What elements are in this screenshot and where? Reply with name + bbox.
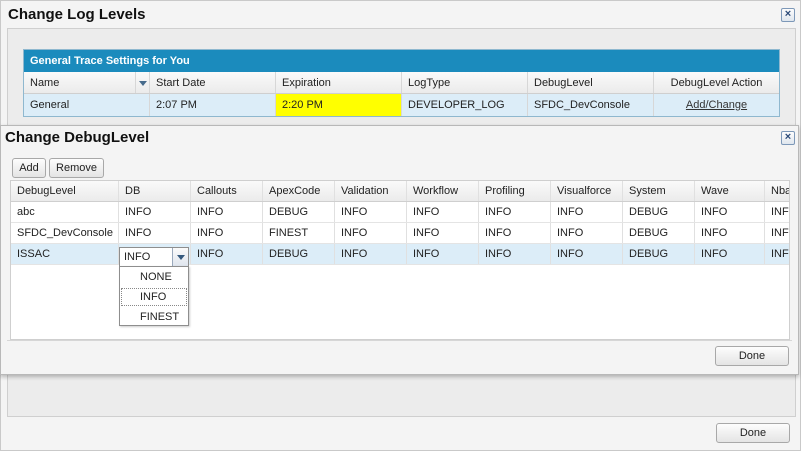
- dropdown-option-none[interactable]: NONE: [120, 267, 188, 287]
- db-level-dropdown: NONE INFO FINEST: [119, 266, 189, 326]
- dialog-title: Change Log Levels: [8, 6, 146, 23]
- cell-logtype: DEVELOPER_LOG: [402, 94, 528, 116]
- grid-header-validation[interactable]: Validation: [335, 181, 407, 201]
- close-icon[interactable]: ×: [781, 8, 795, 22]
- grid-cell[interactable]: INF: [765, 202, 789, 222]
- grid-cell: ISSAC: [11, 244, 119, 264]
- column-header-name[interactable]: Name: [24, 72, 150, 93]
- close-icon[interactable]: ×: [781, 131, 795, 145]
- grid-cell[interactable]: INFO: [119, 202, 191, 222]
- dropdown-option-finest[interactable]: FINEST: [120, 307, 188, 327]
- column-header-expiration[interactable]: Expiration: [276, 72, 402, 93]
- grid-cell[interactable]: DEBUG: [623, 202, 695, 222]
- grid-cell[interactable]: INFO: [407, 223, 479, 243]
- divider: [7, 340, 792, 341]
- grid-header-row: DebugLevel DB Callouts ApexCode Validati…: [11, 181, 789, 202]
- grid-cell[interactable]: DEBUG: [623, 223, 695, 243]
- cell-start-date: 2:07 PM: [150, 94, 276, 116]
- grid-cell[interactable]: INFO: [335, 202, 407, 222]
- remove-button[interactable]: Remove: [49, 158, 104, 178]
- grid-header-system[interactable]: System: [623, 181, 695, 201]
- table-header: General Trace Settings for You: [24, 50, 779, 72]
- outer-done-button[interactable]: Done: [716, 423, 790, 443]
- grid-cell: SFDC_DevConsole: [11, 223, 119, 243]
- cell-action: Add/Change: [654, 94, 779, 116]
- cell-expiration[interactable]: 2:20 PM: [276, 94, 402, 116]
- cell-name: General: [24, 94, 150, 116]
- grid-cell[interactable]: INFO: [695, 202, 765, 222]
- grid-cell[interactable]: INFO: [479, 202, 551, 222]
- add-button[interactable]: Add: [12, 158, 46, 178]
- grid-header-workflow[interactable]: Workflow: [407, 181, 479, 201]
- grid-header-profiling[interactable]: Profiling: [479, 181, 551, 201]
- grid-cell[interactable]: INFO: [407, 244, 479, 264]
- table-row[interactable]: SFDC_DevConsole INFO INFO FINEST INFO IN…: [11, 223, 789, 244]
- grid-cell[interactable]: INFO: [479, 223, 551, 243]
- chevron-down-icon[interactable]: [135, 72, 149, 93]
- grid-cell[interactable]: FINEST: [263, 223, 335, 243]
- grid-cell[interactable]: INFO: [407, 202, 479, 222]
- chevron-down-icon[interactable]: [172, 248, 188, 266]
- grid-cell[interactable]: DEBUG: [263, 202, 335, 222]
- column-header-debuglevel-action[interactable]: DebugLevel Action: [654, 72, 779, 93]
- grid-cell[interactable]: INFO: [551, 223, 623, 243]
- grid-cell[interactable]: INF: [765, 223, 789, 243]
- grid-cell[interactable]: INF: [765, 244, 789, 264]
- db-level-select[interactable]: INFO: [119, 247, 189, 267]
- select-value: INFO: [124, 251, 151, 263]
- dropdown-option-info[interactable]: INFO: [120, 287, 188, 307]
- cell-debuglevel: SFDC_DevConsole: [528, 94, 654, 116]
- grid-header-wave[interactable]: Wave: [695, 181, 765, 201]
- grid-cell[interactable]: INFO: [695, 244, 765, 264]
- general-trace-settings-table: General Trace Settings for You Name Star…: [23, 49, 780, 117]
- grid-cell[interactable]: DEBUG: [623, 244, 695, 264]
- grid-cell[interactable]: DEBUG: [263, 244, 335, 264]
- grid-cell[interactable]: INFO: [695, 223, 765, 243]
- grid-cell[interactable]: INFO: [191, 223, 263, 243]
- grid-header-visualforce[interactable]: Visualforce: [551, 181, 623, 201]
- table-row[interactable]: General 2:07 PM 2:20 PM DEVELOPER_LOG SF…: [24, 94, 779, 116]
- grid-cell[interactable]: INFO: [551, 202, 623, 222]
- grid-cell[interactable]: INFO: [335, 223, 407, 243]
- grid-header-callouts[interactable]: Callouts: [191, 181, 263, 201]
- table-row[interactable]: abc INFO INFO DEBUG INFO INFO INFO INFO …: [11, 202, 789, 223]
- column-header-row: Name Start Date Expiration LogType Debug…: [24, 72, 779, 94]
- grid-cell: abc: [11, 202, 119, 222]
- grid-header-nba[interactable]: Nba: [765, 181, 789, 201]
- column-header-debuglevel[interactable]: DebugLevel: [528, 72, 654, 93]
- inner-done-button[interactable]: Done: [715, 346, 789, 366]
- grid-cell[interactable]: INFO: [191, 202, 263, 222]
- dialog-title: Change DebugLevel: [5, 129, 150, 146]
- grid-header-apexcode[interactable]: ApexCode: [263, 181, 335, 201]
- add-change-link[interactable]: Add/Change: [686, 99, 747, 111]
- grid-cell[interactable]: INFO: [551, 244, 623, 264]
- grid-cell[interactable]: INFO: [335, 244, 407, 264]
- grid-cell[interactable]: INFO: [191, 244, 263, 264]
- column-header-start-date[interactable]: Start Date: [150, 72, 276, 93]
- column-header-logtype[interactable]: LogType: [402, 72, 528, 93]
- grid-header-debuglevel[interactable]: DebugLevel: [11, 181, 119, 201]
- grid-cell[interactable]: INFO: [479, 244, 551, 264]
- grid-cell[interactable]: INFO: [119, 223, 191, 243]
- grid-header-db[interactable]: DB: [119, 181, 191, 201]
